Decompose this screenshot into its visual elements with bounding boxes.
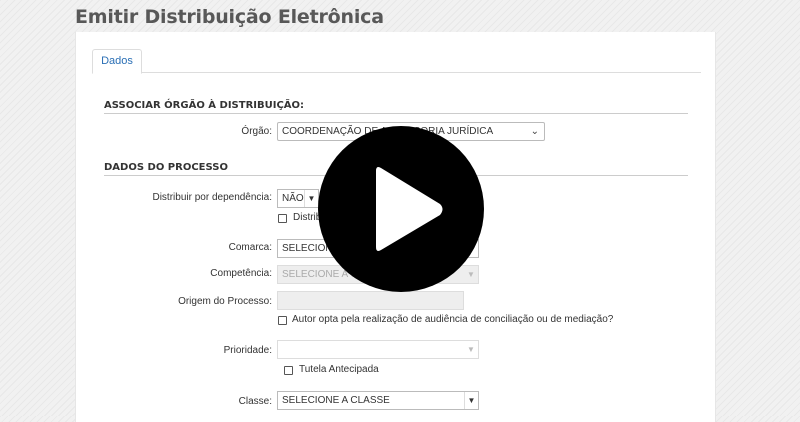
tutela-checkbox-label: Tutela Antecipada — [299, 364, 379, 375]
dependencia-select[interactable]: NÃO ▼ — [277, 189, 319, 208]
autor-checkbox-label: Autor opta pela realização de audiência … — [292, 314, 614, 325]
prioridade-select[interactable]: ▼ — [277, 340, 479, 359]
dependencia-checkbox[interactable] — [278, 214, 287, 223]
chevron-down-icon: ▼ — [467, 345, 475, 354]
origem-input[interactable] — [277, 291, 464, 310]
orgao-label: Órgão: — [241, 126, 272, 137]
play-icon — [318, 126, 484, 292]
classe-label: Classe: — [238, 396, 272, 407]
autor-checkbox[interactable] — [278, 316, 287, 325]
section-title-orgao: ASSOCIAR ÓRGÃO À DISTRIBUIÇÃO: — [104, 100, 688, 114]
comarca-label: Comarca: — [228, 242, 272, 253]
play-button[interactable] — [318, 126, 484, 292]
classe-select-value: SELECIONE A CLASSE — [282, 395, 390, 406]
tab-bar: Dados — [92, 49, 701, 74]
page-title: Emitir Distribuição Eletrônica — [75, 6, 384, 28]
chevron-down-icon: ▼ — [464, 392, 478, 409]
tutela-checkbox[interactable] — [284, 366, 293, 375]
prioridade-label: Prioridade: — [223, 345, 272, 356]
competencia-label: Competência: — [210, 268, 272, 279]
chevron-down-icon: ⌄ — [530, 126, 539, 137]
chevron-down-icon: ▼ — [304, 190, 318, 207]
origem-label: Origem do Processo: — [178, 296, 272, 307]
tab-dados[interactable]: Dados — [92, 49, 142, 74]
dependencia-select-value: NÃO — [282, 193, 304, 204]
classe-select[interactable]: SELECIONE A CLASSE ▼ — [277, 391, 479, 410]
dependencia-label: Distribuir por dependência: — [152, 192, 272, 203]
